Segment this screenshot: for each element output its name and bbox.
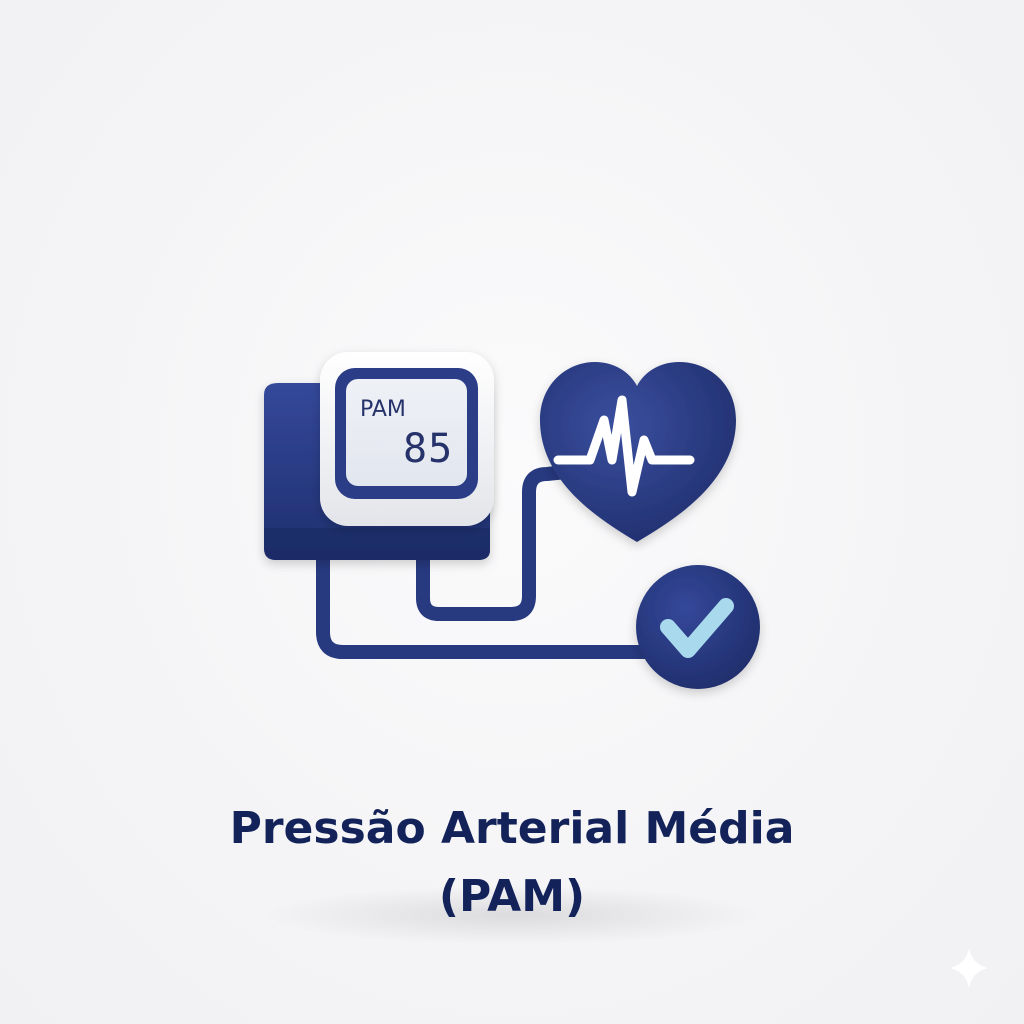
screen-value: 85 [403,426,453,472]
stage: PAM 85 Pressão Arterial Média (PAM) [0,0,1024,1024]
sparkle-icon [950,948,988,988]
title-line-2: (PAM) [438,871,586,922]
page-title: Pressão Arterial Média (PAM) [0,795,1024,931]
check-circle-icon [636,565,760,689]
title-line-1: Pressão Arterial Média [229,803,795,854]
screen-label: PAM [360,397,406,422]
tube-to-check [316,553,667,659]
heart-icon [540,362,736,542]
monitor-screen-icon: PAM 85 [320,352,494,526]
